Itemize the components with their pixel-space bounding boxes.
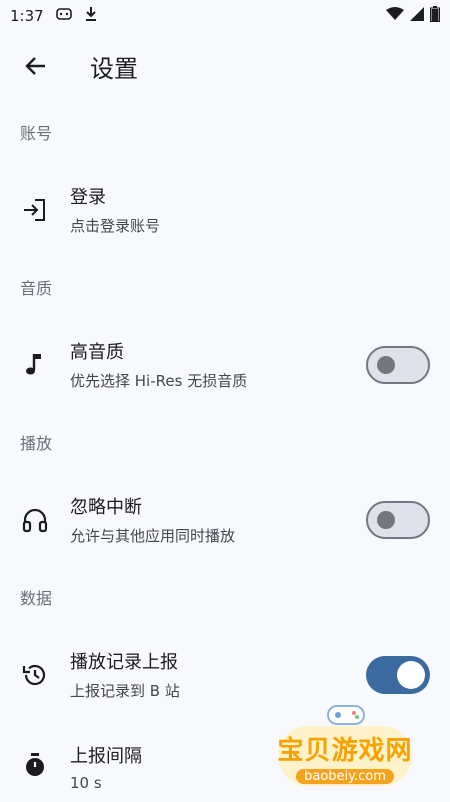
ignore-interruption-title: 忽略中断: [70, 497, 142, 518]
page-title: 设置: [90, 54, 138, 83]
wifi-icon: [386, 7, 404, 25]
report-history-title: 播放记录上报: [70, 652, 178, 673]
setting-login[interactable]: 登录 点击登录账号: [0, 152, 450, 267]
switch-thumb: [377, 510, 395, 529]
ignore-interruption-subtitle: 允许与其他应用同时播放: [70, 527, 236, 545]
report-history-switch[interactable]: [366, 655, 430, 694]
back-button[interactable]: [22, 52, 50, 80]
watermark-logo: 宝贝游戏网 baobeiy.com: [270, 702, 420, 792]
login-subtitle: 点击登录账号: [70, 217, 161, 235]
high-quality-title: 高音质: [70, 342, 124, 363]
switch-thumb: [377, 355, 395, 374]
section-header-data: 数据: [20, 589, 53, 608]
setting-high-quality[interactable]: 高音质 优先选择 Hi-Res 无损音质: [0, 307, 450, 422]
login-title: 登录: [70, 187, 106, 208]
high-quality-switch[interactable]: [366, 345, 430, 384]
section-header-account: 账号: [20, 124, 53, 143]
status-bar: 1:37: [0, 0, 450, 32]
section-header-quality: 音质: [20, 279, 53, 298]
status-time: 1:37: [10, 7, 44, 25]
gamepad-logo-icon: [327, 705, 365, 725]
timer-icon: [20, 750, 50, 780]
switch-thumb: [397, 660, 425, 689]
section-header-playback: 播放: [20, 434, 53, 453]
login-icon: [20, 195, 50, 225]
history-icon: [20, 660, 50, 690]
battery-icon: [430, 6, 440, 26]
download-icon: [84, 6, 98, 26]
arrow-back-icon: [25, 57, 45, 75]
headphones-icon: [20, 505, 50, 535]
music-note-icon: [20, 350, 50, 380]
gamepad-notification-icon: [55, 7, 72, 25]
watermark-url: baobeiy.com: [296, 769, 394, 784]
app-bar: 设置: [0, 32, 450, 100]
report-history-subtitle: 上报记录到 B 站: [70, 682, 180, 700]
ignore-interruption-switch[interactable]: [366, 500, 430, 539]
signal-icon: [410, 7, 424, 25]
watermark-title: 宝贝游戏网: [277, 736, 413, 766]
high-quality-subtitle: 优先选择 Hi-Res 无损音质: [70, 372, 248, 390]
setting-ignore-interruption[interactable]: 忽略中断 允许与其他应用同时播放: [0, 462, 450, 577]
